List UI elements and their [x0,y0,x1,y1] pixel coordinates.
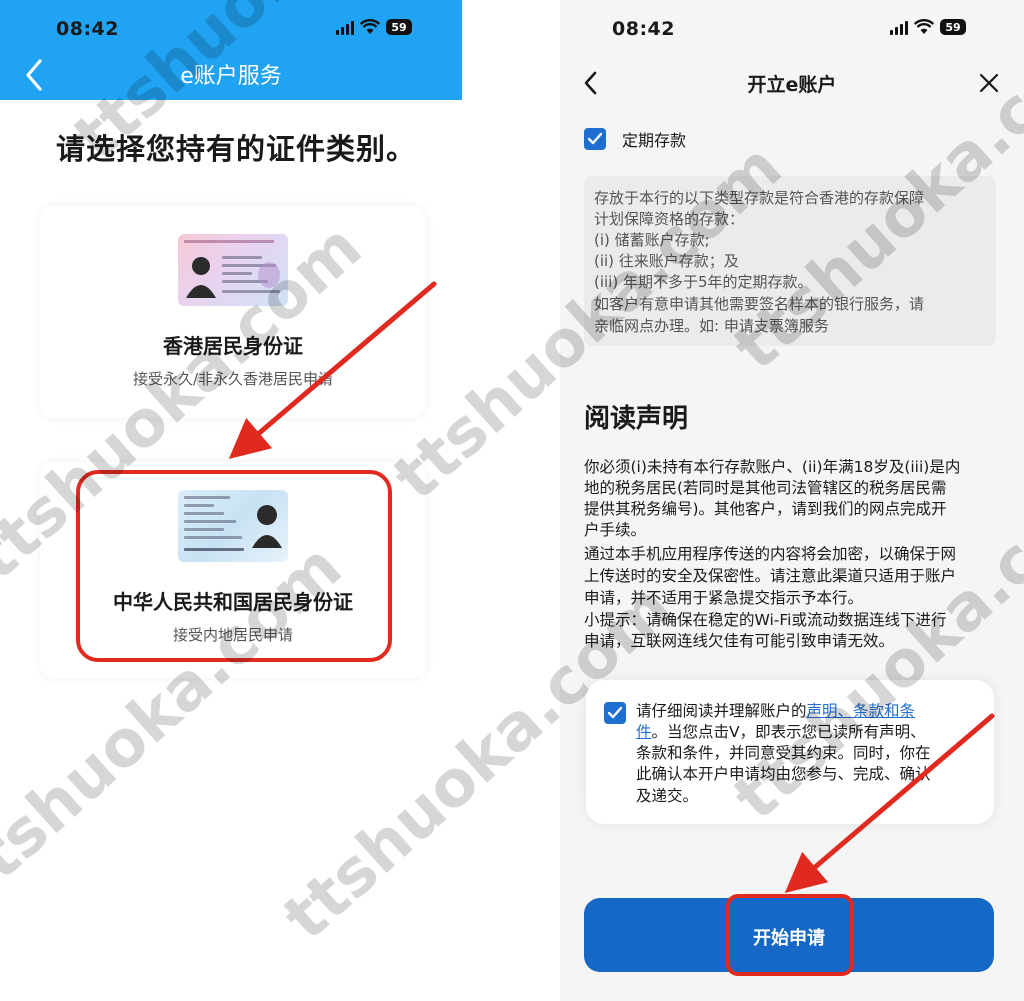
terms-link-cont[interactable]: 件 [636,723,652,741]
prc-id-card-name: 中华人民共和国居民身份证 [113,590,353,614]
info-line: 如客户有意申请其他需要签名样本的银行服务，请 [594,295,925,313]
status-icons: 59 [890,19,966,35]
hk-id-card-name: 香港居民身份证 [163,334,303,358]
statement-line: 你必须(i)未持有本行存款账户、(ii)年满18岁及(iii)是内 [584,458,961,476]
statement-title: 阅读声明 [584,404,689,434]
screenshot-gap [462,0,560,1001]
info-line: 存放于本行的以下类型存款是符合香港的存款保障 [594,189,925,207]
signal-icon [890,19,908,35]
agreement-prefix: 请仔细阅读并理解账户的 [636,702,807,720]
statement-line: 通过本手机应用程序传送的内容将会加密，以确保于网 [584,545,957,563]
agreement-line: 条款和条件，并同意受其约束。同时，你在 [636,744,931,762]
terms-link[interactable]: 声明、条款和条 [807,702,916,720]
statement-line: 上传送时的安全及保密性。请注意此渠道只适用于账户 [584,567,957,585]
agreement-line: 请仔细阅读并理解账户的声明、条款和条 [636,701,915,721]
left-header-bar: 08:42 59 e账户服务 [0,0,462,100]
statement-line: 申请，并不适用于紧急提交指示予本行。 [584,589,864,607]
prc-id-card-option[interactable]: 中华人民共和国居民身份证 接受内地居民申请 [40,462,426,678]
id-type-prompt: 请选择您持有的证件类别。 [56,132,417,166]
deposit-info-box: 存放于本行的以下类型存款是符合香港的存款保障 计划保障资格的存款： (i) 储蓄… [584,176,996,346]
wifi-icon [360,19,380,34]
info-line: (i) 储蓄账户存款; [594,231,710,249]
battery-icon: 59 [940,19,966,35]
statement-line: 地的税务居民(若同时是其他司法管辖区的税务居民需 [584,479,947,497]
left-phone-screen: 08:42 59 e账户服务 请选择您持有的证件类别。 香港居民身份证 接受永久… [0,0,462,1001]
wifi-icon [914,19,934,34]
agreement-line: 件。当您点击V，即表示您已读所有声明、 [636,722,926,742]
agreement-text: 。当您点击V，即表示您已读所有声明、 [651,723,926,741]
header-title: e账户服务 [180,64,282,89]
header-title: 开立e账户 [747,74,837,96]
agreement-line: 此确认本开户申请均由您参与、完成、确认 [636,765,931,783]
right-phone-screen: 08:42 59 开立e账户 定期存款 存放于本行的以下类型存款是符合香港的存款… [560,0,1024,1001]
start-application-label: 开始申请 [753,928,825,949]
battery-icon: 59 [386,19,412,35]
prc-id-card-image [178,490,288,562]
statement-line: 小提示：请确保在稳定的Wi-Fi或流动数据连线下进行 [584,611,947,629]
info-line: (ii) 往来账户存款；及 [594,252,739,270]
start-application-button[interactable]: 开始申请 [584,898,994,972]
info-line: 计划保障资格的存款： [594,210,745,228]
close-icon[interactable] [978,72,1000,94]
statement-line: 申请，互联网连线欠佳有可能引致申请无效。 [584,632,895,650]
fixed-deposit-label: 定期存款 [622,131,687,150]
hk-id-card-option[interactable]: 香港居民身份证 接受永久/非永久香港居民申请 [40,206,426,418]
agreement-checkbox[interactable] [604,702,626,724]
status-time: 08:42 [56,18,119,40]
status-icons: 59 [336,19,412,35]
status-time: 08:42 [612,18,675,40]
info-line: 亲临网点办理。如: 申请支票簿服务 [594,317,829,335]
hk-id-card-desc: 接受永久/非永久香港居民申请 [132,370,334,388]
agreement-line: 及递交。 [636,787,699,805]
statement-line: 户手续。 [584,521,647,539]
hk-id-card-image [178,234,288,306]
info-line: (iii) 年期不多于5年的定期存款。 [594,273,813,291]
fixed-deposit-checkbox[interactable] [584,128,606,150]
prc-id-card-desc: 接受内地居民申请 [172,626,293,644]
signal-icon [336,19,354,35]
statement-line: 提供其税务编号)。其他客户，请到我们的网点完成开 [584,500,947,518]
right-header-bar: 08:42 59 开立e账户 [560,0,1024,112]
agreement-card: 请仔细阅读并理解账户的声明、条款和条 件。当您点击V，即表示您已读所有声明、 条… [586,680,994,824]
